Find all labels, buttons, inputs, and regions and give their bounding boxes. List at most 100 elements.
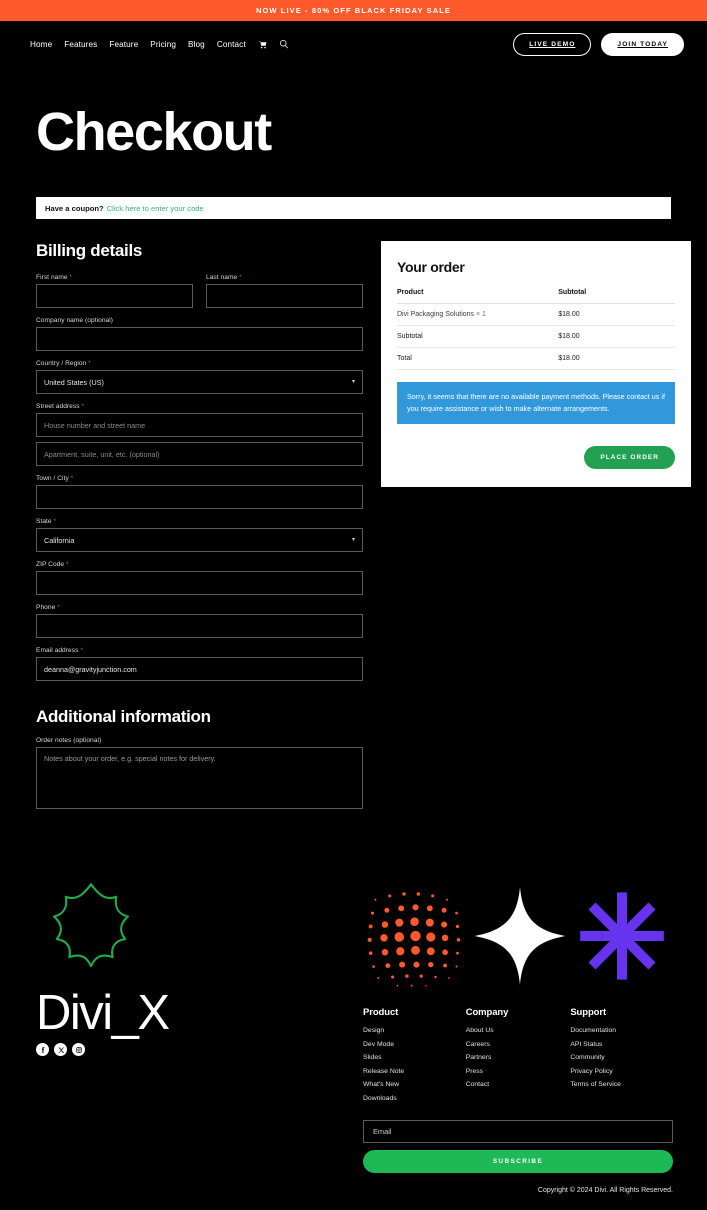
order-notes-textarea[interactable] xyxy=(36,747,363,809)
coupon-link[interactable]: Click here to enter your code xyxy=(107,204,204,213)
first-name-label: First name * xyxy=(36,274,193,281)
nav-item-contact[interactable]: Contact xyxy=(217,40,246,49)
country-select-wrap: ▾ xyxy=(36,370,363,394)
order-item-amount: $18.00 xyxy=(558,303,675,326)
payment-methods-notice: Sorry, it seems that there are no availa… xyxy=(397,382,675,424)
city-label-text: Town / City xyxy=(36,475,69,482)
last-name-input[interactable] xyxy=(206,284,363,308)
footer-link-release-note[interactable]: Release Note xyxy=(363,1068,466,1075)
social-links xyxy=(36,1043,363,1057)
footer-link-terms-of-service[interactable]: Terms of Service xyxy=(570,1081,673,1088)
site-footer: Divi_X Product Design Dev Mode Slides Re… xyxy=(0,877,707,1210)
required-marker: * xyxy=(79,403,85,410)
email-field-group: Email address * xyxy=(36,647,363,681)
nav-item-feature[interactable]: Feature xyxy=(109,40,138,49)
footer-link-about-us[interactable]: About Us xyxy=(466,1027,571,1034)
zip-input[interactable] xyxy=(36,571,363,595)
table-row: Total $18.00 xyxy=(397,347,675,370)
order-notes-label: Order notes (optional) xyxy=(36,737,102,744)
page-content: Checkout Have a coupon? Click here to en… xyxy=(0,105,707,823)
last-name-field-group: Last name * xyxy=(206,274,363,308)
footer-link-careers[interactable]: Careers xyxy=(466,1041,571,1048)
coupon-bar[interactable]: Have a coupon? Click here to enter your … xyxy=(36,197,671,219)
live-demo-button[interactable]: LIVE DEMO xyxy=(513,32,592,56)
nav-item-blog[interactable]: Blog xyxy=(188,40,205,49)
place-order-button[interactable]: PLACE ORDER xyxy=(584,445,675,469)
footer-link-press[interactable]: Press xyxy=(466,1068,571,1075)
subtotal-label: Subtotal xyxy=(397,325,559,348)
x-twitter-icon[interactable] xyxy=(54,1043,67,1057)
coupon-prompt: Have a coupon? xyxy=(45,203,104,213)
footer-link-community[interactable]: Community xyxy=(570,1054,673,1061)
pinwheel-logo-icon xyxy=(53,883,129,968)
required-marker: * xyxy=(78,647,83,654)
country-select[interactable] xyxy=(36,370,363,394)
four-point-star-graphic xyxy=(474,886,566,986)
column-header-subtotal: Subtotal xyxy=(558,289,675,304)
street-address-line1-input[interactable] xyxy=(36,413,363,437)
company-input[interactable] xyxy=(36,327,363,351)
newsletter-email-input[interactable] xyxy=(363,1120,673,1143)
your-order-title: Your order xyxy=(397,259,465,275)
footer-link-partners[interactable]: Partners xyxy=(466,1054,571,1061)
state-select-wrap: ▾ xyxy=(36,528,363,552)
additional-information-title: Additional information xyxy=(36,707,211,726)
phone-input[interactable] xyxy=(36,614,363,638)
footer-top: Divi_X Product Design Dev Mode Slides Re… xyxy=(36,877,673,1194)
asterisk-graphic xyxy=(580,892,664,980)
footer-link-documentation[interactable]: Documentation xyxy=(570,1027,673,1034)
required-marker: * xyxy=(64,561,69,568)
cart-icon[interactable] xyxy=(258,40,267,49)
city-input[interactable] xyxy=(36,485,363,509)
street-address-line2-input[interactable] xyxy=(36,442,363,466)
subscribe-button[interactable]: SUBSCRIBE xyxy=(363,1150,673,1173)
column-header-product: Product xyxy=(397,289,559,304)
footer-links-column: Product Design Dev Mode Slides Release N… xyxy=(363,877,673,1194)
footer-column-title: Company xyxy=(465,1007,509,1018)
page-title: Checkout xyxy=(36,102,272,162)
nav-item-pricing[interactable]: Pricing xyxy=(150,40,176,49)
footer-link-slides[interactable]: Slides xyxy=(363,1054,466,1061)
email-input[interactable] xyxy=(36,657,363,681)
state-label-text: State xyxy=(36,518,52,525)
facebook-icon[interactable] xyxy=(36,1043,49,1057)
email-label: Email address * xyxy=(36,647,363,654)
order-column: Your order Product Subtotal Divi Packagi… xyxy=(381,241,691,487)
required-marker: * xyxy=(237,274,242,281)
footer-column-product: Product Design Dev Mode Slides Release N… xyxy=(363,1007,466,1108)
announcement-bar: NOW LIVE - 80% OFF BLACK FRIDAY SALE xyxy=(0,0,707,21)
order-table-header-row: Product Subtotal xyxy=(397,289,675,304)
footer-link-design[interactable]: Design xyxy=(363,1027,466,1034)
first-name-input[interactable] xyxy=(36,284,193,308)
subtotal-amount: $18.00 xyxy=(558,325,675,348)
join-today-button[interactable]: JOIN TODAY xyxy=(601,32,684,56)
phone-label-text: Phone xyxy=(36,604,56,611)
footer-link-api-status[interactable]: API Status xyxy=(570,1041,673,1048)
footer-link-whats-new[interactable]: What's New xyxy=(363,1081,466,1088)
first-name-field-group: First name * xyxy=(36,274,193,308)
instagram-icon[interactable] xyxy=(72,1043,85,1057)
nav-item-features[interactable]: Features xyxy=(64,40,97,49)
footer-link-privacy-policy[interactable]: Privacy Policy xyxy=(570,1068,673,1075)
nav-item-home[interactable]: Home xyxy=(30,40,52,49)
state-select[interactable] xyxy=(36,528,363,552)
order-table-head: Product Subtotal xyxy=(397,289,675,304)
halftone-dots-graphic xyxy=(367,892,461,987)
newsletter-form: SUBSCRIBE xyxy=(363,1120,673,1173)
footer-link-downloads[interactable]: Downloads xyxy=(363,1095,466,1102)
billing-details-title: Billing details xyxy=(36,241,143,260)
required-marker: * xyxy=(55,604,60,611)
footer-link-dev-mode[interactable]: Dev Mode xyxy=(363,1041,466,1048)
order-item-name: Divi Packaging Solutions xyxy=(397,311,475,318)
footer-link-columns: Product Design Dev Mode Slides Release N… xyxy=(363,1007,673,1108)
total-amount: $18.00 xyxy=(558,347,675,370)
order-table-body: Divi Packaging Solutions × 1 $18.00 Subt… xyxy=(397,303,675,370)
total-label: Total xyxy=(397,347,559,370)
required-marker: * xyxy=(51,518,57,525)
last-name-label: Last name * xyxy=(206,274,363,281)
footer-link-contact[interactable]: Contact xyxy=(466,1081,571,1088)
street-address-label: Street address * xyxy=(36,403,363,410)
company-label: Company name (optional) xyxy=(36,317,114,324)
country-field-group: Country / Region * ▾ xyxy=(36,360,363,394)
search-icon[interactable] xyxy=(279,39,289,49)
